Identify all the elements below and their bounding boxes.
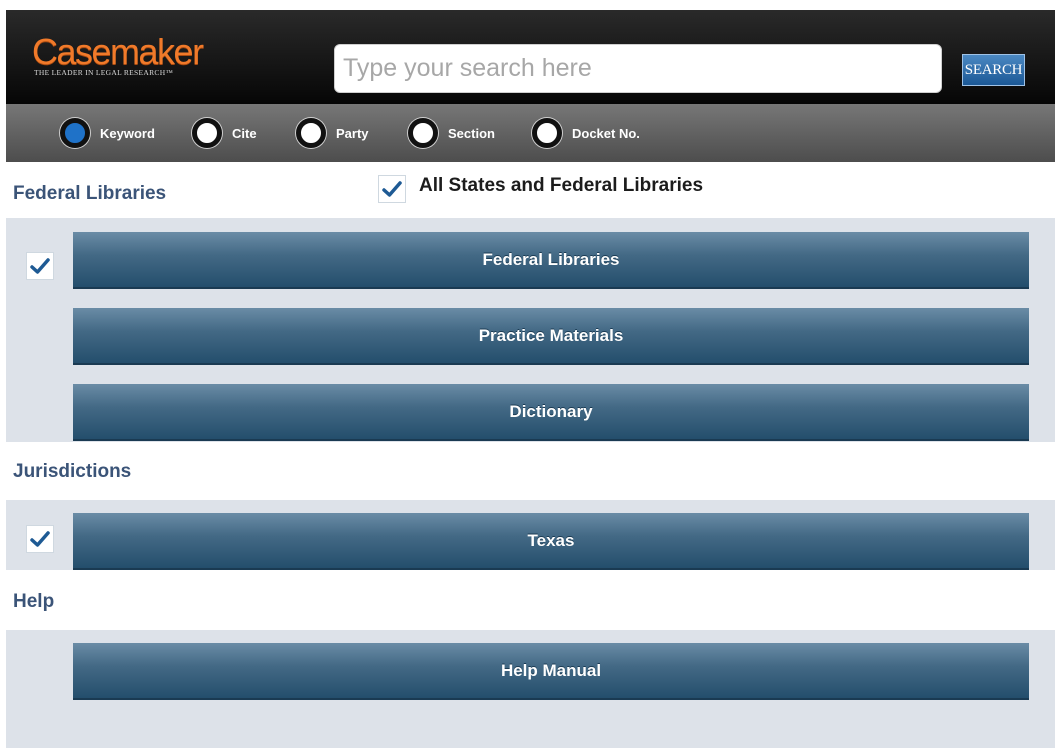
section-radio[interactable]: [408, 118, 438, 148]
federal-libraries-checkbox[interactable]: [26, 252, 54, 280]
logo-wordmark: Casemaker: [32, 31, 204, 72]
search-type-docket[interactable]: Docket No.: [532, 118, 640, 148]
casemaker-logo[interactable]: Casemaker THE LEADER IN LEGAL RESEARCH™: [32, 31, 204, 78]
jurisdictions-panel: Texas: [6, 500, 1055, 570]
search-type-label: Cite: [232, 125, 257, 141]
all-states-option[interactable]: All States and Federal Libraries: [378, 175, 703, 203]
cite-radio[interactable]: [192, 118, 222, 148]
jurisdictions-heading: Jurisdictions: [13, 461, 132, 482]
search-type-keyword[interactable]: Keyword: [60, 118, 155, 148]
search-type-section[interactable]: Section: [408, 118, 495, 148]
checkmark-icon: [30, 258, 50, 274]
casemaker-app: Casemaker THE LEADER IN LEGAL RESEARCH™ …: [6, 10, 1055, 748]
texas-checkbox[interactable]: [26, 525, 54, 553]
help-panel: Help Manual: [6, 630, 1055, 748]
search-type-bar: Keyword Cite Party Section Docket No.: [6, 104, 1055, 162]
checkmark-icon: [30, 531, 50, 547]
search-button[interactable]: SEARCH: [962, 54, 1025, 86]
checkmark-icon: [382, 181, 402, 197]
all-states-checkbox[interactable]: [378, 175, 406, 203]
texas-button[interactable]: Texas: [73, 513, 1029, 570]
dictionary-button[interactable]: Dictionary: [73, 384, 1029, 441]
help-manual-button[interactable]: Help Manual: [73, 643, 1029, 700]
search-box[interactable]: [334, 44, 942, 93]
keyword-radio[interactable]: [60, 118, 90, 148]
practice-materials-button[interactable]: Practice Materials: [73, 308, 1029, 365]
search-input[interactable]: [335, 45, 941, 92]
federal-libraries-panel: Federal Libraries Practice Materials Dic…: [6, 218, 1055, 442]
docket-radio[interactable]: [532, 118, 562, 148]
party-radio[interactable]: [296, 118, 326, 148]
header-bar: Casemaker THE LEADER IN LEGAL RESEARCH™ …: [6, 10, 1055, 104]
federal-libraries-heading: Federal Libraries: [13, 183, 167, 204]
search-type-label: Section: [448, 125, 495, 141]
search-type-label: Docket No.: [572, 125, 640, 141]
search-type-cite[interactable]: Cite: [192, 118, 257, 148]
search-type-label: Keyword: [100, 125, 155, 141]
federal-libraries-button[interactable]: Federal Libraries: [73, 232, 1029, 289]
help-heading: Help: [13, 591, 55, 612]
all-states-label: All States and Federal Libraries: [419, 175, 704, 196]
search-type-label: Party: [336, 125, 369, 141]
search-type-party[interactable]: Party: [296, 118, 369, 148]
